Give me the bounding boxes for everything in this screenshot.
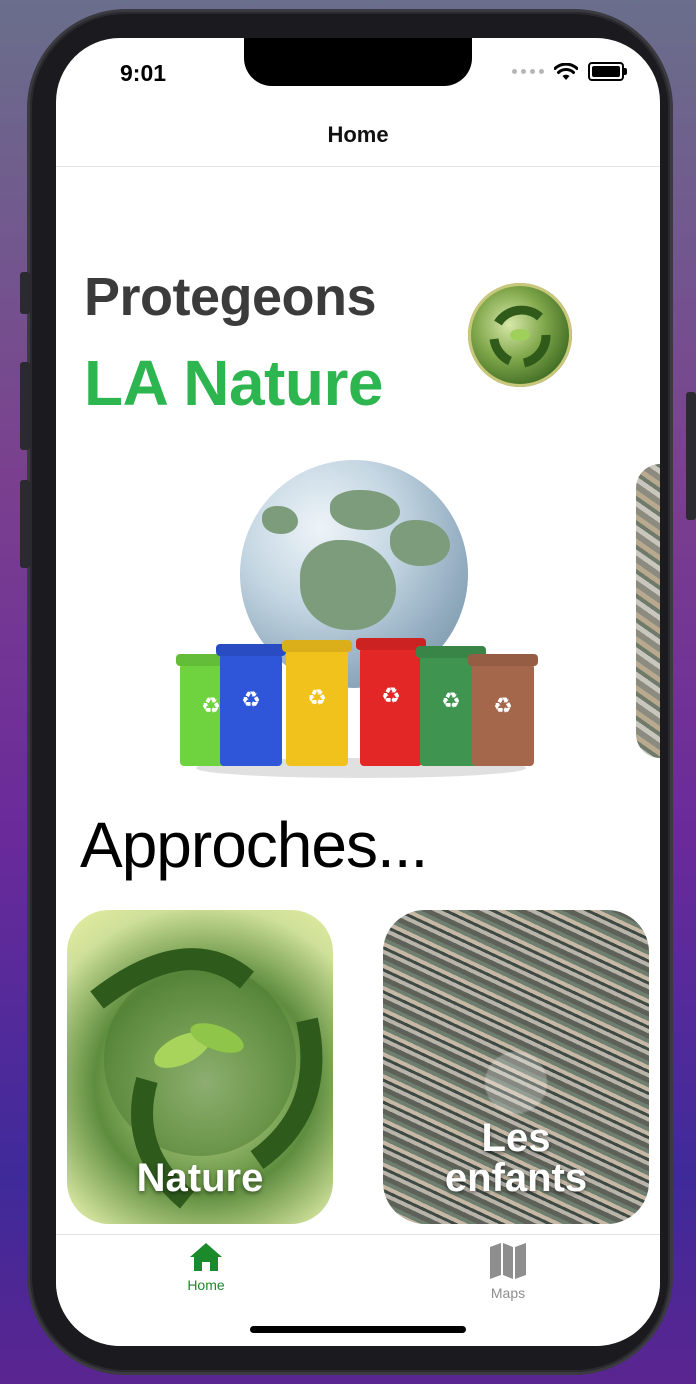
power-button — [686, 392, 696, 520]
tab-home[interactable]: Home — [146, 1241, 266, 1293]
brown-bin: ♻ — [472, 662, 534, 766]
notch — [244, 38, 472, 86]
mute-switch — [20, 272, 30, 314]
tab-maps[interactable]: Maps — [448, 1241, 568, 1301]
card-les-enfants[interactable]: Les enfants — [383, 910, 649, 1224]
tab-maps-label: Maps — [490, 1285, 526, 1301]
app-screen: 9:01 Home Protegeons LA Nature ♻ ♻ ♻ ♻ ♻… — [56, 38, 660, 1346]
card-les-enfants-label: Les enfants — [444, 1116, 588, 1200]
volume-up-button — [20, 362, 30, 450]
carousel-next-image[interactable] — [636, 464, 660, 758]
status-icons — [512, 62, 627, 81]
wifi-icon — [554, 62, 578, 80]
blue-bin: ♻ — [220, 652, 282, 766]
globe-recycling-bins-image[interactable]: ♻ ♻ ♻ ♻ ♻ ♻ — [166, 448, 556, 778]
recycle-globe-logo — [468, 283, 572, 387]
tab-home-label: Home — [187, 1277, 225, 1293]
hero-title-line2: LA Nature — [84, 347, 383, 419]
red-bin: ♻ — [360, 646, 422, 766]
nav-title: Home — [327, 122, 389, 147]
house-icon — [190, 1243, 222, 1271]
section-title: Approches... — [80, 809, 428, 881]
nav-divider — [56, 166, 660, 167]
signal-icon — [512, 69, 544, 74]
status-time: 9:01 — [120, 60, 167, 86]
card-nature-label: Nature — [136, 1156, 264, 1200]
map-icon — [490, 1243, 526, 1279]
yellow-bin: ♻ — [286, 648, 348, 766]
card-nature[interactable]: Nature — [67, 910, 333, 1224]
volume-down-button — [20, 480, 30, 568]
battery-icon — [588, 62, 627, 81]
hero-title-line1: Protegeons — [84, 267, 377, 327]
home-indicator — [250, 1326, 466, 1333]
